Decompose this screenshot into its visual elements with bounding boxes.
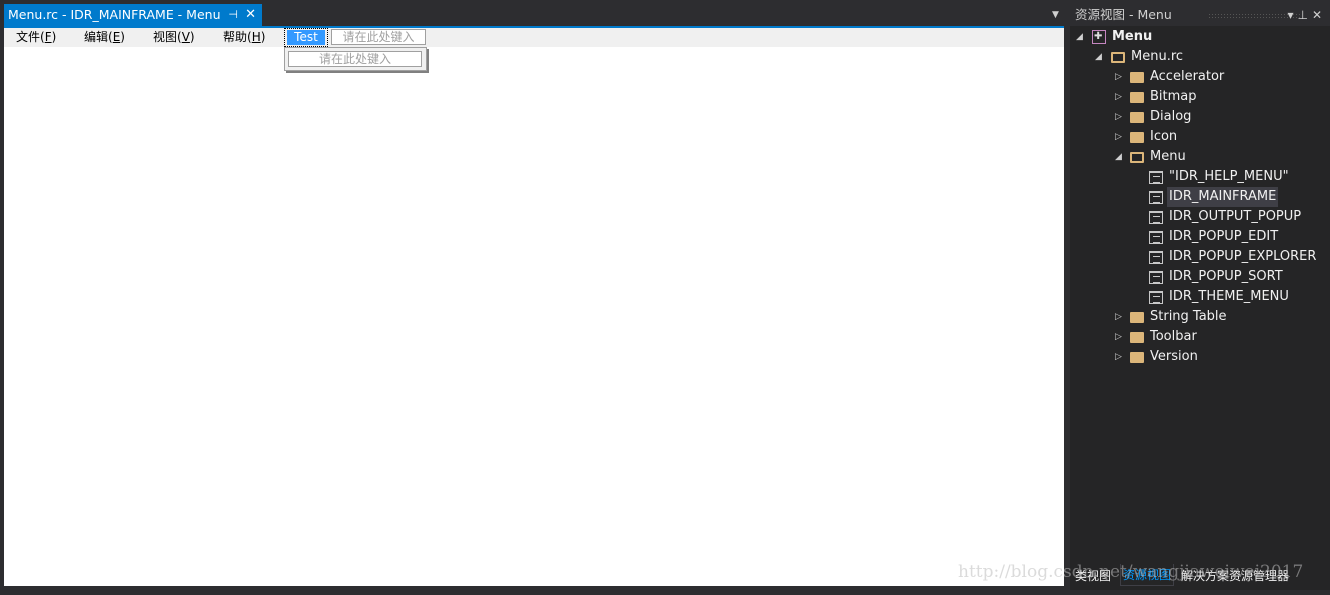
type-here-submenu-input[interactable]: 请在此处键入 [288,51,422,67]
menu-resource-icon [1149,231,1163,244]
menu-resource-icon [1149,191,1163,204]
menu-item-help[interactable]: 帮助(H) [223,28,265,47]
folder-open-icon [1111,52,1125,63]
tab-solution-explorer[interactable]: 解决方案资源管理器 [1181,567,1289,584]
document-tab-title: Menu.rc - IDR_MAINFRAME - Menu [8,7,221,22]
resource-view-panel: 资源视图 - Menu ▾⊥✕ ◢ Menu ◢ Menu.rc ▷ Accel… [1070,4,1330,590]
collapsed-arrow-icon[interactable]: ▷ [1115,327,1125,347]
panel-bottom-tabs: 类视图 资源视图 解决方案资源管理器 [1070,564,1330,586]
folder-icon [1130,312,1144,323]
resource-view-title: 资源视图 - Menu [1075,7,1172,22]
menu-resource-icon [1149,271,1163,284]
document-tab-menu-rc[interactable]: Menu.rc - IDR_MAINFRAME - Menu ⊣ ✕ [4,4,262,26]
chevron-down-icon[interactable]: ▼ [1052,10,1059,20]
menu-resource-icon [1149,171,1163,184]
folder-open-icon [1130,152,1144,163]
panel-drag-grip[interactable] [1208,13,1300,18]
folder-icon [1130,352,1144,363]
folder-icon [1130,332,1144,343]
collapsed-arrow-icon[interactable]: ▷ [1115,67,1125,87]
ide-window: Menu.rc - IDR_MAINFRAME - Menu ⊣ ✕ ▼ 文件(… [0,0,1330,595]
document-tab-strip: Menu.rc - IDR_MAINFRAME - Menu ⊣ ✕ ▼ [0,4,1068,26]
collapsed-arrow-icon[interactable]: ▷ [1115,87,1125,107]
menu-item-test-selected[interactable]: Test [284,28,328,47]
folder-icon [1130,72,1144,83]
menu-item-edit[interactable]: 编辑(E) [84,28,125,47]
menu-item-file[interactable]: 文件(F) [16,28,56,47]
menu-resource-icon [1149,291,1163,304]
document-area: Menu.rc - IDR_MAINFRAME - Menu ⊣ ✕ ▼ 文件(… [0,0,1068,595]
menu-resource-icon [1149,251,1163,264]
menu-item-view[interactable]: 视图(V) [153,28,195,47]
tab-class-view[interactable]: 类视图 [1075,567,1111,584]
panel-dropdown-icon[interactable]: ▾ [1287,8,1297,22]
collapsed-arrow-icon[interactable]: ▷ [1115,307,1125,327]
resource-view-header: 资源视图 - Menu ▾⊥✕ [1070,4,1330,26]
folder-icon [1130,112,1144,123]
panel-pin-icon[interactable]: ⊥ [1297,8,1311,22]
collapsed-arrow-icon[interactable]: ▷ [1115,127,1125,147]
pin-icon[interactable]: ⊣ [228,4,238,26]
panel-close-icon[interactable]: ✕ [1312,8,1326,22]
type-here-menubar-input[interactable]: 请在此处键入 [331,29,426,45]
tab-resource-view[interactable]: 资源视图 [1120,564,1175,586]
menu-editor-canvas[interactable]: 文件(F) 编辑(E) 视图(V) 帮助(H) Test 请在此处键入 请在此处… [4,28,1064,586]
folder-icon [1130,132,1144,143]
expanded-arrow-icon[interactable]: ◢ [1115,147,1125,167]
folder-icon [1130,92,1144,103]
menu-bar-preview: 文件(F) 编辑(E) 视图(V) 帮助(H) Test 请在此处键入 [4,28,1064,47]
expanded-arrow-icon[interactable]: ◢ [1095,47,1105,67]
collapsed-arrow-icon[interactable]: ▷ [1115,107,1125,127]
resource-project-icon [1092,27,1106,47]
menu-item-test-label: Test [287,30,325,45]
collapsed-arrow-icon[interactable]: ▷ [1115,347,1125,367]
test-submenu-popup: 请在此处键入 [284,47,427,71]
menu-resource-icon [1149,211,1163,224]
close-icon[interactable]: ✕ [245,4,256,26]
expanded-arrow-icon[interactable]: ◢ [1076,27,1086,47]
